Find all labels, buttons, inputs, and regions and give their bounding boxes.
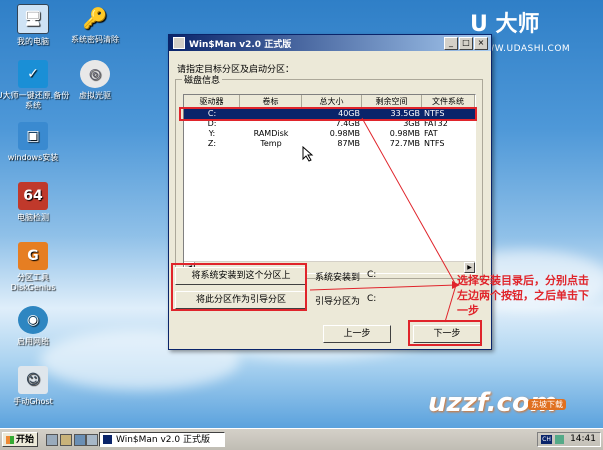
tray-network-icon[interactable] [555, 435, 564, 444]
app-icon [103, 435, 112, 444]
clock: 14:41 [570, 434, 596, 444]
start-label: 开始 [15, 435, 34, 445]
taskbar: 开始 Win$Man v2.0 正式版 CH 14:41 [0, 428, 603, 450]
quicklaunch-tool-icon[interactable] [86, 434, 98, 446]
desktop: U 大师 WWW.UDASHI.COM 🖥 我的电脑 🔑 系统密码清除 ✓ U大… [0, 0, 603, 428]
ime-indicator[interactable]: CH [541, 435, 552, 444]
quicklaunch-desktop-icon[interactable] [46, 434, 58, 446]
quicklaunch-folder-icon[interactable] [60, 434, 72, 446]
system-tray: CH 14:41 [537, 432, 601, 447]
arrow-to-buttons [309, 284, 457, 291]
start-button[interactable]: 开始 [2, 432, 38, 447]
windows-logo-icon [6, 436, 14, 444]
arrow-to-next [444, 284, 457, 323]
taskbar-task-winsman[interactable]: Win$Man v2.0 正式版 [99, 432, 225, 447]
task-label: Win$Man v2.0 正式版 [116, 435, 210, 445]
instruction-annotation: 选择安装目录后，分别点击左边两个按钮，之后单击下一步 [457, 274, 589, 317]
watermark-sub: 东坡下载 [528, 399, 566, 410]
mouse-cursor-icon [302, 146, 314, 162]
arrow-to-row [361, 117, 457, 286]
quicklaunch-computer-icon[interactable] [74, 434, 86, 446]
annotation-arrows [309, 117, 460, 323]
